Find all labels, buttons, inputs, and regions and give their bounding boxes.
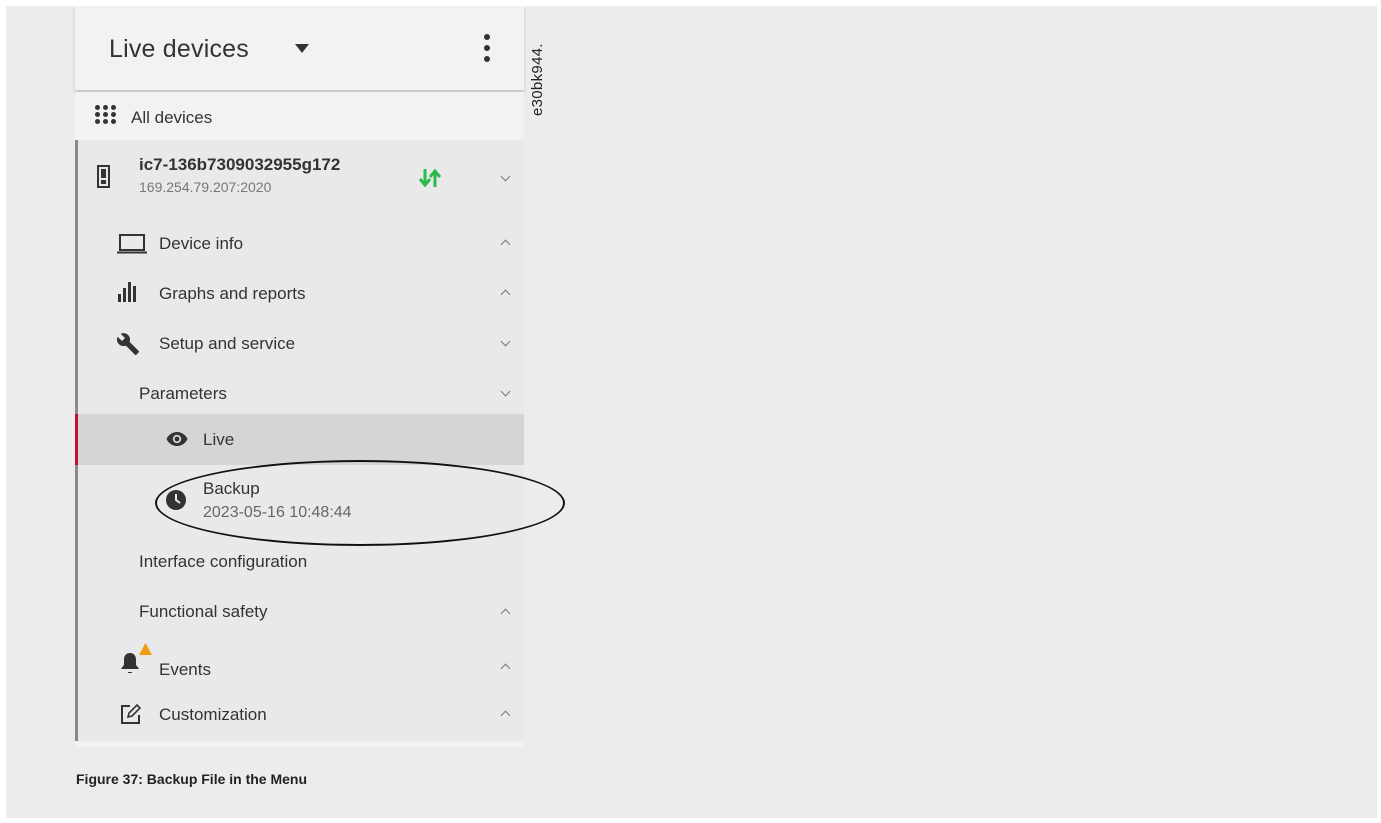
warning-icon: [139, 643, 152, 655]
panel-footer: [75, 741, 524, 747]
menu-item-label: Interface configuration: [139, 552, 308, 571]
chevron-up-icon[interactable]: [500, 289, 511, 300]
all-devices-item[interactable]: All devices: [75, 92, 524, 140]
menu-item-events[interactable]: Events: [78, 639, 524, 689]
menu-item-graphs-and-reports[interactable]: Graphs and reports: [78, 268, 524, 318]
drive-icon: [97, 165, 110, 188]
figure-caption: Figure 37: Backup File in the Menu: [76, 771, 308, 787]
selected-indicator: [75, 414, 78, 465]
menu-item-label: Live: [203, 430, 235, 449]
edit-square-icon: [121, 704, 141, 724]
menu-item-label: Device info: [159, 234, 244, 253]
menu-item-customization[interactable]: Customization: [78, 689, 524, 741]
connection-status-icon: [419, 168, 441, 188]
grid-icon: [95, 105, 117, 125]
menu-item-setup-and-service[interactable]: Setup and service: [78, 318, 524, 368]
menu-item-label: Parameters: [139, 384, 227, 403]
device-name: ic7-136b7309032955g172: [139, 155, 341, 174]
menu-item-parameters[interactable]: Parameters: [78, 368, 524, 414]
menu-item-label: Graphs and reports: [159, 284, 306, 303]
wrench-icon: [116, 333, 139, 355]
all-devices-label: All devices: [131, 108, 213, 127]
menu-item-functional-safety[interactable]: Functional safety: [78, 589, 524, 639]
menu-item-label: Functional safety: [139, 602, 268, 621]
menu-item-label: Events: [159, 660, 211, 679]
page-title[interactable]: Live devices: [109, 35, 249, 64]
chevron-up-icon[interactable]: [500, 710, 511, 721]
menu-item-label: Setup and service: [159, 334, 296, 353]
bell-icon: [121, 653, 139, 673]
eye-icon: [166, 432, 188, 446]
panel-header: Live devices: [75, 6, 524, 90]
chevron-up-icon[interactable]: [500, 663, 511, 674]
chevron-down-icon[interactable]: [500, 171, 511, 182]
chevron-up-icon[interactable]: [500, 608, 511, 619]
chevron-down-icon[interactable]: [500, 336, 511, 347]
menu-item-interface-configuration[interactable]: Interface configuration: [78, 545, 524, 595]
laptop-icon: [117, 234, 147, 254]
device-menu-panel: Live devices All devices ic7-136b7309032…: [75, 6, 565, 747]
highlight-ellipse: [155, 460, 565, 546]
document-id-text: e30bk944.: [529, 43, 546, 116]
caret-down-icon[interactable]: [295, 44, 309, 53]
device-item[interactable]: ic7-136b7309032955g172 169.254.79.207:20…: [78, 140, 524, 218]
chevron-up-icon[interactable]: [500, 239, 511, 250]
bar-chart-icon: [118, 282, 136, 302]
chevron-down-icon[interactable]: [500, 386, 511, 397]
menu-item-label: Customization: [159, 705, 267, 724]
menu-item-live[interactable]: Live: [75, 414, 524, 465]
menu-item-device-info[interactable]: Device info: [78, 218, 524, 268]
document-id: e30bk944.: [527, 0, 547, 123]
device-address: 169.254.79.207:2020: [139, 179, 272, 195]
more-options-icon[interactable]: [484, 34, 490, 64]
